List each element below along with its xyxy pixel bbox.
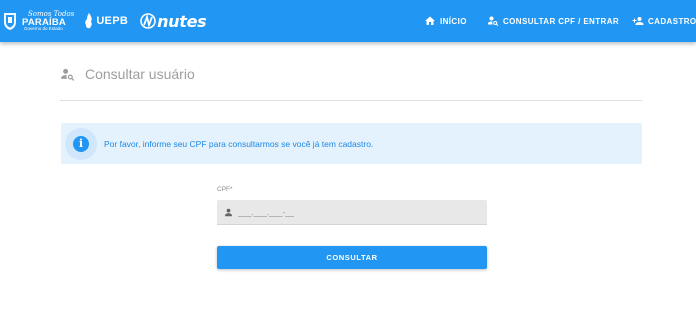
- person-icon: [225, 208, 232, 216]
- uepb-logo: UEPB: [84, 13, 128, 29]
- person-search-icon: [488, 16, 499, 27]
- info-icon-badge: i: [65, 127, 97, 160]
- info-icon: i: [73, 135, 89, 152]
- nav-consult-cpf-link[interactable]: CONSULTAR CPF / ENTRAR: [487, 0, 619, 42]
- uepb-text: UEPB: [96, 15, 129, 27]
- nav-home-link[interactable]: INÍCIO: [424, 0, 467, 42]
- paraiba-logo: Somos Todos PARAÍBA Governo do Estado: [22, 10, 74, 32]
- cpf-field[interactable]: [217, 200, 487, 225]
- cpf-field-label: CPF*: [217, 186, 233, 193]
- home-icon: [425, 16, 435, 25]
- person-search-icon: [61, 68, 75, 81]
- title-divider: [60, 100, 642, 101]
- uepb-flame-icon: [85, 13, 93, 29]
- person-add-icon: [632, 17, 644, 25]
- nutes-text: nutes: [157, 11, 207, 31]
- nav-home-label: INÍCIO: [440, 16, 467, 26]
- nav-register-link[interactable]: CADASTRO: [632, 0, 696, 42]
- paraiba-crest-icon: [4, 13, 16, 30]
- page-title-row: Consultar usuário: [60, 66, 195, 82]
- nutes-mark-icon: [140, 13, 156, 29]
- cpf-input[interactable]: [238, 202, 468, 222]
- page-title: Consultar usuário: [85, 66, 195, 82]
- top-app-bar: Somos Todos PARAÍBA Governo do Estado UE…: [0, 0, 696, 42]
- consult-button[interactable]: CONSULTAR: [217, 246, 487, 269]
- nutes-logo: nutes: [140, 11, 207, 31]
- nav-register-label: CADASTRO: [648, 16, 696, 26]
- info-alert-text: Por favor, informe seu CPF para consulta…: [104, 138, 374, 149]
- info-alert: i Por favor, informe seu CPF para consul…: [61, 123, 642, 164]
- nav-consult-cpf-label: CONSULTAR CPF / ENTRAR: [503, 16, 620, 26]
- paraiba-sub-text: Governo do Estado: [24, 26, 63, 31]
- logo-group: Somos Todos PARAÍBA Governo do Estado UE…: [0, 0, 207, 42]
